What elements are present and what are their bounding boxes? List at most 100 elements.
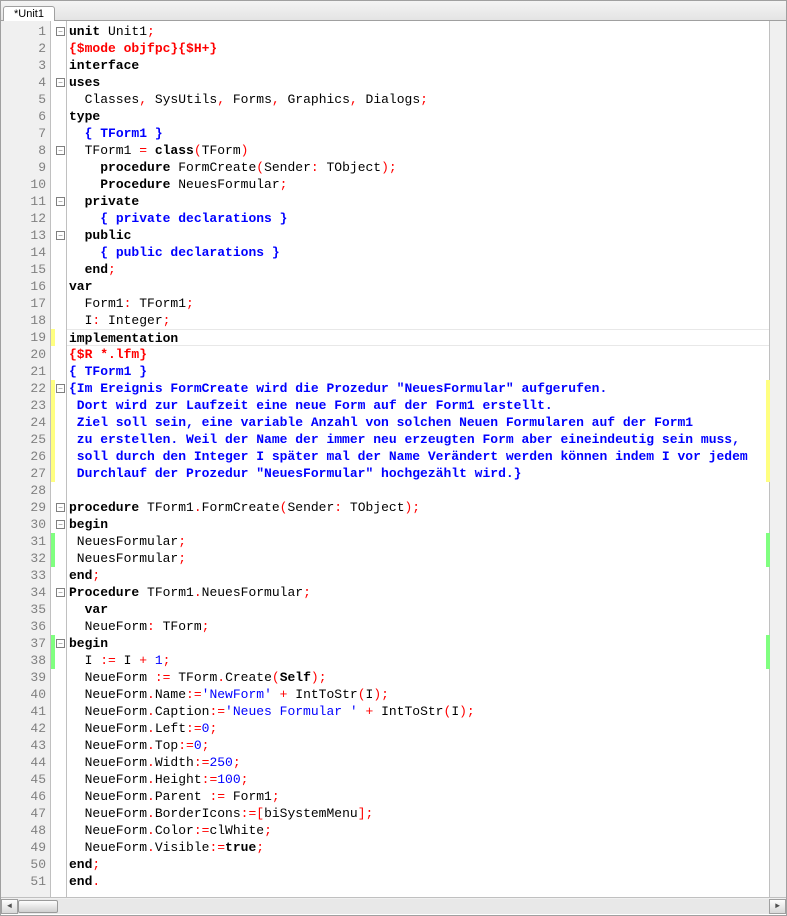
code-line[interactable]: {$mode objfpc}{$H+} [67, 40, 769, 57]
fold-marker [55, 567, 66, 584]
fold-marker [55, 278, 66, 295]
code-area[interactable]: unit Unit1;{$mode objfpc}{$H+}interfaceu… [67, 21, 769, 897]
code-line[interactable]: public [67, 227, 769, 244]
line-number: 9 [1, 159, 50, 176]
line-number: 33 [1, 567, 50, 584]
scroll-track[interactable] [18, 899, 769, 914]
code-line[interactable]: { TForm1 } [67, 363, 769, 380]
vertical-scrollbar[interactable] [769, 21, 786, 897]
code-line[interactable]: NeueForm.Color:=clWhite; [67, 822, 769, 839]
code-line[interactable]: NeueForm.Width:=250; [67, 754, 769, 771]
fold-marker[interactable]: − [55, 516, 66, 533]
code-line[interactable]: NeuesFormular; [67, 533, 769, 550]
code-line[interactable]: NeueForm.Caption:='Neues Formular ' + In… [67, 703, 769, 720]
code-line[interactable]: NeueForm.Parent := Form1; [67, 788, 769, 805]
right-change-marker [766, 652, 770, 669]
code-line[interactable]: {$R *.lfm} [67, 346, 769, 363]
fold-marker [55, 737, 66, 754]
code-line[interactable]: Form1: TForm1; [67, 295, 769, 312]
fold-marker[interactable]: − [55, 142, 66, 159]
code-line[interactable]: end; [67, 261, 769, 278]
right-change-marker [766, 397, 770, 414]
fold-marker [55, 414, 66, 431]
fold-marker[interactable]: − [55, 380, 66, 397]
fold-marker[interactable]: − [55, 499, 66, 516]
right-change-marker [766, 771, 770, 788]
line-number: 22 [1, 380, 50, 397]
fold-marker [55, 618, 66, 635]
fold-marker [55, 822, 66, 839]
code-line[interactable]: var [67, 601, 769, 618]
code-line[interactable]: zu erstellen. Weil der Name der immer ne… [67, 431, 769, 448]
code-line[interactable]: NeueForm: TForm; [67, 618, 769, 635]
line-number: 23 [1, 397, 50, 414]
code-line[interactable]: I := I + 1; [67, 652, 769, 669]
fold-marker [55, 533, 66, 550]
code-line[interactable]: Durchlauf der Prozedur "NeuesFormular" h… [67, 465, 769, 482]
code-line[interactable]: begin [67, 516, 769, 533]
fold-marker [55, 40, 66, 57]
fold-marker [55, 652, 66, 669]
fold-marker[interactable]: − [55, 74, 66, 91]
fold-marker [55, 482, 66, 499]
code-line[interactable]: NeueForm.Height:=100; [67, 771, 769, 788]
fold-marker [55, 108, 66, 125]
code-line[interactable]: begin [67, 635, 769, 652]
code-line[interactable]: { public declarations } [67, 244, 769, 261]
code-line[interactable]: end. [67, 873, 769, 890]
right-change-marker [766, 414, 770, 431]
scroll-thumb[interactable] [18, 900, 58, 913]
code-line[interactable]: { TForm1 } [67, 125, 769, 142]
fold-marker [55, 57, 66, 74]
fold-marker [55, 703, 66, 720]
scroll-right-button[interactable]: ► [769, 899, 786, 914]
fold-marker[interactable]: − [55, 635, 66, 652]
code-line[interactable]: implementation [67, 329, 769, 346]
code-line[interactable]: end; [67, 856, 769, 873]
fold-marker[interactable]: − [55, 584, 66, 601]
code-line[interactable]: NeueForm.Left:=0; [67, 720, 769, 737]
line-number: 37 [1, 635, 50, 652]
tab-unit1[interactable]: *Unit1 [3, 6, 55, 21]
code-line[interactable]: NeueForm.BorderIcons:=[biSystemMenu]; [67, 805, 769, 822]
right-change-marker [766, 329, 770, 346]
line-number: 30 [1, 516, 50, 533]
code-line[interactable]: Ziel soll sein, eine variable Anzahl von… [67, 414, 769, 431]
code-line[interactable]: uses [67, 74, 769, 91]
line-number: 13 [1, 227, 50, 244]
code-line[interactable]: end; [67, 567, 769, 584]
right-change-marker [766, 567, 770, 584]
code-line[interactable]: TForm1 = class(TForm) [67, 142, 769, 159]
fold-marker[interactable]: − [55, 193, 66, 210]
code-line[interactable]: soll durch den Integer I später mal der … [67, 448, 769, 465]
code-line[interactable]: procedure TForm1.FormCreate(Sender: TObj… [67, 499, 769, 516]
right-change-marker [766, 176, 770, 193]
fold-marker [55, 363, 66, 380]
code-line[interactable]: NeuesFormular; [67, 550, 769, 567]
code-line[interactable]: I: Integer; [67, 312, 769, 329]
code-line[interactable]: interface [67, 57, 769, 74]
code-line[interactable]: Procedure NeuesFormular; [67, 176, 769, 193]
code-line[interactable]: Procedure TForm1.NeuesFormular; [67, 584, 769, 601]
horizontal-scrollbar[interactable]: ◄ ► [1, 897, 786, 914]
code-line[interactable]: NeueForm := TForm.Create(Self); [67, 669, 769, 686]
code-line[interactable]: Dort wird zur Laufzeit eine neue Form au… [67, 397, 769, 414]
code-line[interactable]: type [67, 108, 769, 125]
code-line[interactable]: var [67, 278, 769, 295]
code-line[interactable] [67, 482, 769, 499]
code-line[interactable]: {Im Ereignis FormCreate wird die Prozedu… [67, 380, 769, 397]
code-line[interactable]: NeueForm.Name:='NewForm' + IntToStr(I); [67, 686, 769, 703]
code-line[interactable]: NeueForm.Visible:=true; [67, 839, 769, 856]
scroll-left-button[interactable]: ◄ [1, 899, 18, 914]
code-line[interactable]: unit Unit1; [67, 23, 769, 40]
fold-marker [55, 839, 66, 856]
fold-marker[interactable]: − [55, 227, 66, 244]
code-line[interactable]: Classes, SysUtils, Forms, Graphics, Dial… [67, 91, 769, 108]
code-line[interactable]: NeueForm.Top:=0; [67, 737, 769, 754]
code-line[interactable]: procedure FormCreate(Sender: TObject); [67, 159, 769, 176]
code-line[interactable]: private [67, 193, 769, 210]
fold-marker[interactable]: − [55, 23, 66, 40]
right-change-marker [766, 57, 770, 74]
line-number: 34 [1, 584, 50, 601]
code-line[interactable]: { private declarations } [67, 210, 769, 227]
